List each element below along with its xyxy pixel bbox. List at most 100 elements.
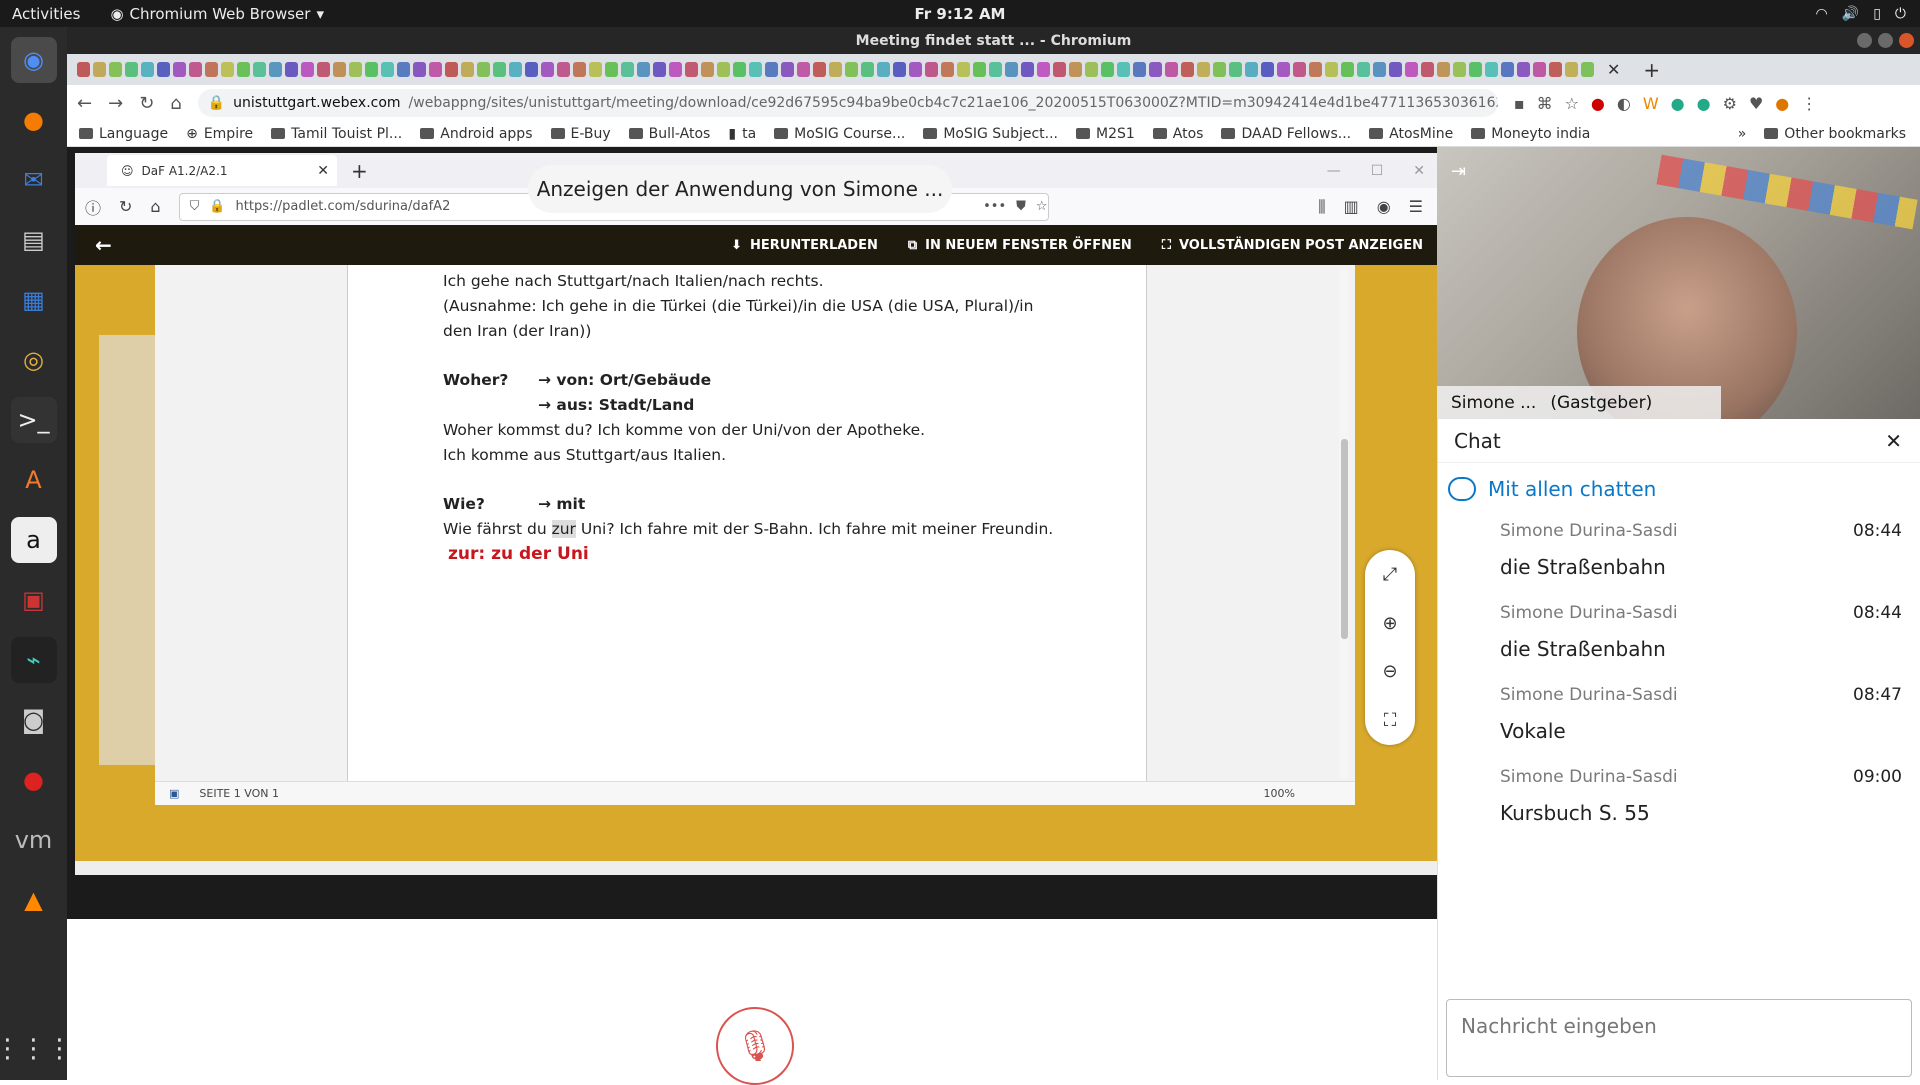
terminal-icon[interactable]: >_ [10,397,57,443]
browser-tab[interactable] [1149,62,1162,77]
browser-tab[interactable] [381,62,394,77]
more-icon[interactable]: ••• [983,199,1006,214]
browser-tab[interactable] [1085,62,1098,77]
browser-tab[interactable] [1245,62,1258,77]
monitor-icon[interactable]: ⌁ [10,637,57,683]
browser-tab[interactable] [941,62,954,77]
mute-button[interactable]: 🎙 [716,1007,794,1085]
browser-tab[interactable] [461,62,474,77]
app-menu[interactable]: ◉ Chromium Web Browser ▾ [110,5,324,23]
browser-tab[interactable] [397,62,410,77]
bookmark-atosmine[interactable]: AtosMine [1369,126,1453,142]
show-applications-icon[interactable]: ⋮⋮⋮ [0,1034,73,1064]
bookmark-tamil[interactable]: Tamil Touist Pl... [271,126,402,142]
browser-tab[interactable] [1565,62,1578,77]
back-icon[interactable]: ← [77,93,92,114]
show-full-post-button[interactable]: ⛶ VOLLSTÄNDIGEN POST ANZEIGEN [1162,238,1423,253]
sidebar-icon[interactable]: ▥ [1344,197,1359,217]
browser-tab[interactable] [1533,62,1546,77]
browser-tab[interactable] [333,62,346,77]
browser-tab[interactable] [1053,62,1066,77]
browser-tab[interactable] [1341,62,1354,77]
browser-tab[interactable] [445,62,458,77]
bookmark-bull-atos[interactable]: Bull-Atos [628,126,710,142]
back-arrow-icon[interactable]: ← [95,233,112,257]
fit-icon[interactable]: ⛶ [1384,710,1397,731]
browser-tab[interactable] [125,62,138,77]
translate-icon[interactable]: ⌘ [1537,94,1553,113]
extension-icon[interactable]: ● [1697,94,1711,113]
browser-tab[interactable] [141,62,154,77]
browser-tab[interactable] [1021,62,1034,77]
browser-tab[interactable] [221,62,234,77]
browser-tab[interactable] [173,62,186,77]
pocket-icon[interactable]: ⛊ [1016,199,1026,214]
browser-tab[interactable] [1389,62,1402,77]
browser-tab[interactable] [477,62,490,77]
close-window-button[interactable] [1899,33,1914,48]
browser-tab[interactable] [989,62,1002,77]
browser-tab[interactable] [1005,62,1018,77]
browser-menu-icon[interactable]: ⋮ [1801,94,1817,113]
browser-tab[interactable] [813,62,826,77]
bookmark-language[interactable]: Language [79,126,168,142]
browser-tab[interactable] [1037,62,1050,77]
chat-recipient[interactable]: Mit allen chatten [1438,463,1920,515]
browser-tab[interactable] [1581,62,1594,77]
browser-tab[interactable] [925,62,938,77]
browser-tab[interactable] [205,62,218,77]
new-tab-button[interactable]: + [351,159,368,183]
account-icon[interactable]: ◉ [1377,197,1391,217]
browser-tab[interactable] [973,62,986,77]
browser-tab[interactable] [717,62,730,77]
software-icon[interactable]: A [11,457,57,503]
browser-tab[interactable] [781,62,794,77]
document-scrollbar[interactable] [1339,269,1349,779]
system-tray[interactable]: ◠ 🔊 ▯ ⏻ [1816,6,1906,22]
browser-tab[interactable] [909,62,922,77]
expand-icon[interactable]: ⤢ [1383,564,1397,585]
browser-tab[interactable] [1549,62,1562,77]
star-icon[interactable]: ☆ [1036,199,1048,214]
browser-tab[interactable] [1229,62,1242,77]
browser-tab[interactable] [1261,62,1274,77]
browser-tab[interactable] [253,62,266,77]
extension-icon[interactable]: ◐ [1617,94,1631,113]
browser-tab[interactable] [877,62,890,77]
browser-tab[interactable] [957,62,970,77]
bookmark-atos[interactable]: Atos [1152,126,1203,142]
extension-icon[interactable]: ● [1671,94,1685,113]
browser-tab[interactable] [285,62,298,77]
document-text[interactable]: Ich gehe nach Stuttgart/nach Italien/nac… [443,269,1123,567]
browser-tab[interactable] [1117,62,1130,77]
open-new-window-button[interactable]: ⧉ IN NEUEM FENSTER ÖFFNEN [908,238,1132,253]
browser-tab[interactable] [413,62,426,77]
reload-icon[interactable]: ↻ [139,93,154,114]
bookmark-android[interactable]: Android apps [420,126,533,142]
browser-tab[interactable] [1517,62,1530,77]
browser-tab[interactable] [1165,62,1178,77]
scroll-thumb[interactable] [1341,439,1348,639]
browser-tab[interactable] [845,62,858,77]
minimize-icon[interactable]: — [1327,163,1341,179]
browser-tab[interactable] [1069,62,1082,77]
bookmark-moneyto[interactable]: Moneyto india [1471,126,1590,142]
clock[interactable]: Fr 9:12 AM [915,5,1006,23]
browser-tab[interactable] [765,62,778,77]
browser-tab[interactable] [1325,62,1338,77]
camera-extension-icon[interactable]: ▪ [1514,94,1525,113]
home-icon[interactable]: ⌂ [170,93,181,114]
browser-tab[interactable] [1181,62,1194,77]
browser-tab[interactable] [605,62,618,77]
download-button[interactable]: ⬇ HERUNTERLADEN [731,238,878,253]
bookmark-ebuy[interactable]: E-Buy [550,126,611,142]
camera-icon[interactable]: ◙ [11,697,57,743]
zoom-level[interactable]: 100% [1264,787,1295,800]
browser-tab[interactable] [557,62,570,77]
browser-tab[interactable] [429,62,442,77]
close-tab-icon[interactable]: ✕ [1607,60,1620,79]
browser-tab[interactable] [701,62,714,77]
browser-tab[interactable] [621,62,634,77]
extension-icon[interactable]: W [1643,94,1659,113]
browser-tab[interactable] [1293,62,1306,77]
